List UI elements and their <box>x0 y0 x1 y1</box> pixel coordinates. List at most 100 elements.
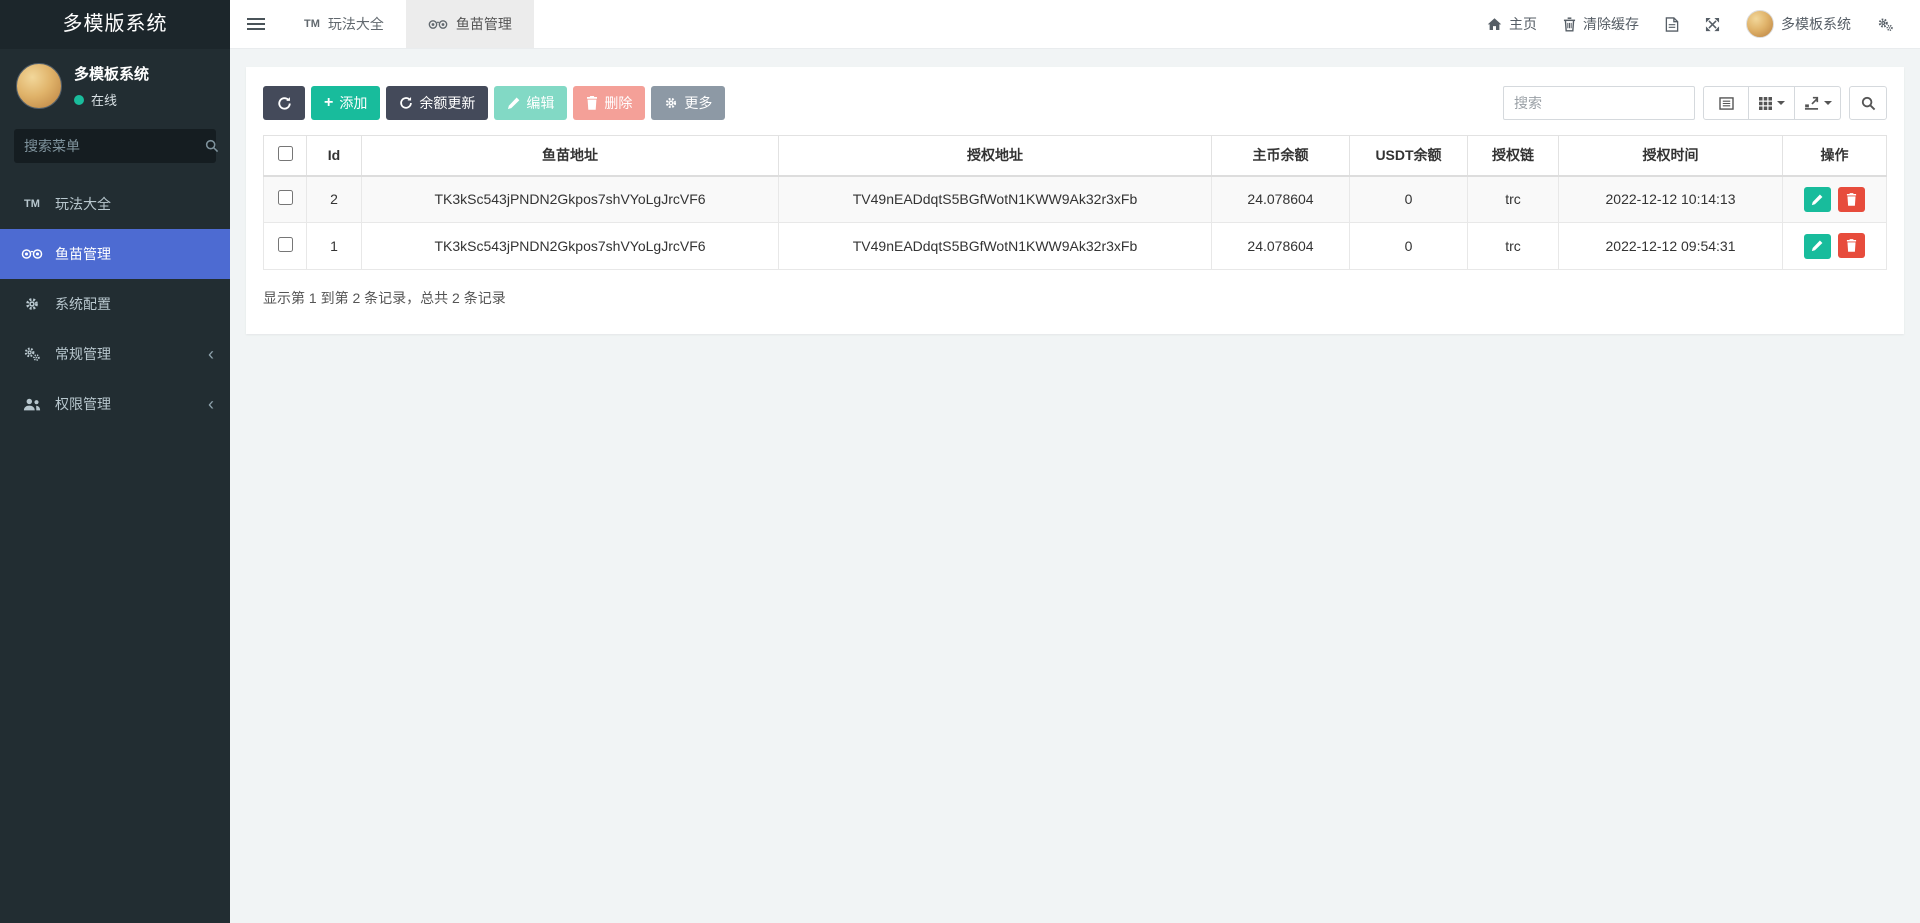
sidebar-menu: TM 玩法大全 鱼苗管理 系统配置 常规管理 ‹ 权限管理 <box>0 179 230 429</box>
users-icon <box>20 397 44 412</box>
cell-auth-address: TV49nEADdqtS5BGfWotN1KWW9Ak32r3xFb <box>779 176 1212 223</box>
cell-chain: trc <box>1468 176 1559 223</box>
column-header-auth-address[interactable]: 授权地址 <box>779 136 1212 176</box>
sidebar-item-general[interactable]: 常规管理 ‹ <box>0 329 230 379</box>
chevron-left-icon: ‹ <box>208 345 214 363</box>
row-checkbox[interactable] <box>278 237 293 252</box>
edit-button[interactable]: 编辑 <box>494 86 567 120</box>
cell-chain: trc <box>1468 223 1559 270</box>
search-button[interactable] <box>1849 86 1887 120</box>
trash-icon <box>1846 239 1857 252</box>
tm-icon: TM <box>20 198 44 210</box>
cell-auth-address: TV49nEADdqtS5BGfWotN1KWW9Ak32r3xFb <box>779 223 1212 270</box>
cell-auth-time: 2022-12-12 09:54:31 <box>1559 223 1783 270</box>
settings-gears-icon[interactable] <box>1877 17 1894 32</box>
delete-button[interactable]: 删除 <box>573 86 645 120</box>
row-delete-button[interactable] <box>1838 233 1865 258</box>
column-header-usdt-balance[interactable]: USDT余额 <box>1350 136 1468 176</box>
cell-id: 2 <box>307 176 362 223</box>
user-panel: 多模板系统 在线 <box>0 49 230 119</box>
export-button[interactable] <box>1795 86 1841 120</box>
avatar <box>16 63 62 109</box>
caret-down-icon <box>1777 101 1785 105</box>
clear-cache-label: 清除缓存 <box>1583 14 1639 34</box>
tab-yumiao[interactable]: 鱼苗管理 <box>406 0 534 48</box>
more-button[interactable]: 更多 <box>651 86 725 120</box>
list-view-icon <box>1719 97 1734 110</box>
column-header-auth-time[interactable]: 授权时间 <box>1559 136 1783 176</box>
gears-icon <box>20 346 44 362</box>
sidebar-item-yumiao[interactable]: 鱼苗管理 <box>0 229 230 279</box>
trash-icon <box>1846 193 1857 206</box>
cell-fish-address: TK3kSc543jPNDN2Gkpos7shVYoLgJrcVF6 <box>362 176 779 223</box>
export-icon <box>1804 96 1819 110</box>
fullscreen-icon[interactable] <box>1705 17 1720 32</box>
add-button[interactable]: + 添加 <box>311 86 380 120</box>
row-edit-button[interactable] <box>1804 234 1831 259</box>
tab-bar: TM 玩法大全 鱼苗管理 <box>282 0 534 48</box>
topbar: TM 玩法大全 鱼苗管理 主页 清除缓存 <box>230 0 1920 49</box>
cell-id: 1 <box>307 223 362 270</box>
balance-update-button[interactable]: 余额更新 <box>386 86 488 120</box>
search-icon <box>1861 96 1876 111</box>
cell-auth-time: 2022-12-12 10:14:13 <box>1559 176 1783 223</box>
grid-columns-icon <box>1759 97 1772 110</box>
column-header-fish-address[interactable]: 鱼苗地址 <box>362 136 779 176</box>
home-icon <box>1487 17 1502 31</box>
trash-icon <box>586 96 598 110</box>
search-icon <box>205 139 219 153</box>
pencil-icon <box>1811 194 1823 206</box>
main-content: + 添加 余额更新 编辑 删除 更多 <box>230 49 1920 923</box>
column-header-id[interactable]: Id <box>307 136 362 176</box>
column-header-main-balance[interactable]: 主币余额 <box>1212 136 1350 176</box>
user-status: 在线 <box>74 90 149 109</box>
toolbar: + 添加 余额更新 编辑 删除 更多 <box>263 86 1887 120</box>
plus-icon: + <box>324 95 333 111</box>
select-all-checkbox[interactable] <box>278 146 293 161</box>
online-dot-icon <box>74 95 84 105</box>
sidebar-item-permissions[interactable]: 权限管理 ‹ <box>0 379 230 429</box>
toggle-view-button[interactable] <box>1703 86 1749 120</box>
row-delete-button[interactable] <box>1838 187 1865 212</box>
column-header-chain[interactable]: 授权链 <box>1468 136 1559 176</box>
header-checkbox-cell <box>264 136 307 176</box>
refresh-button[interactable] <box>263 86 305 120</box>
sidebar-item-config[interactable]: 系统配置 <box>0 279 230 329</box>
gear-icon <box>20 296 44 312</box>
refresh-icon <box>399 96 413 110</box>
cell-usdt-balance: 0 <box>1350 223 1468 270</box>
document-icon[interactable] <box>1665 17 1679 32</box>
table-card: + 添加 余额更新 编辑 删除 更多 <box>246 67 1904 334</box>
user-menu[interactable]: 多模板系统 <box>1746 10 1851 38</box>
cell-usdt-balance: 0 <box>1350 176 1468 223</box>
table-row: 2 TK3kSc543jPNDN2Gkpos7shVYoLgJrcVF6 TV4… <box>264 176 1887 223</box>
columns-button[interactable] <box>1749 86 1795 120</box>
sidebar-search <box>14 129 216 163</box>
sidebar-item-label: 权限管理 <box>55 394 111 414</box>
topbar-user-name: 多模板系统 <box>1781 14 1851 34</box>
table-row: 1 TK3kSc543jPNDN2Gkpos7shVYoLgJrcVF6 TV4… <box>264 223 1887 270</box>
menu-toggle-icon[interactable] <box>230 0 282 48</box>
sidebar-search-input[interactable] <box>24 138 205 154</box>
home-link[interactable]: 主页 <box>1487 14 1537 34</box>
record-summary: 显示第 1 到第 2 条记录，总共 2 条记录 <box>263 288 1887 308</box>
cell-main-balance: 24.078604 <box>1212 176 1350 223</box>
sidebar-item-label: 玩法大全 <box>55 194 111 214</box>
clear-cache-link[interactable]: 清除缓存 <box>1563 14 1639 34</box>
tab-label: 鱼苗管理 <box>456 14 512 34</box>
trash-icon <box>1563 17 1576 32</box>
user-status-label: 在线 <box>91 90 117 109</box>
column-header-actions: 操作 <box>1783 136 1887 176</box>
tab-wanfa[interactable]: TM 玩法大全 <box>282 0 406 48</box>
avatar <box>1746 10 1774 38</box>
sidebar-item-label: 系统配置 <box>55 294 111 314</box>
pencil-icon <box>507 97 520 110</box>
sidebar-item-wanfa[interactable]: TM 玩法大全 <box>0 179 230 229</box>
tab-label: 玩法大全 <box>328 14 384 34</box>
row-edit-button[interactable] <box>1804 187 1831 212</box>
chevron-left-icon: ‹ <box>208 395 214 413</box>
row-checkbox[interactable] <box>278 190 293 205</box>
sidebar-item-label: 鱼苗管理 <box>55 244 111 264</box>
home-label: 主页 <box>1509 14 1537 34</box>
table-search-input[interactable] <box>1503 86 1695 120</box>
